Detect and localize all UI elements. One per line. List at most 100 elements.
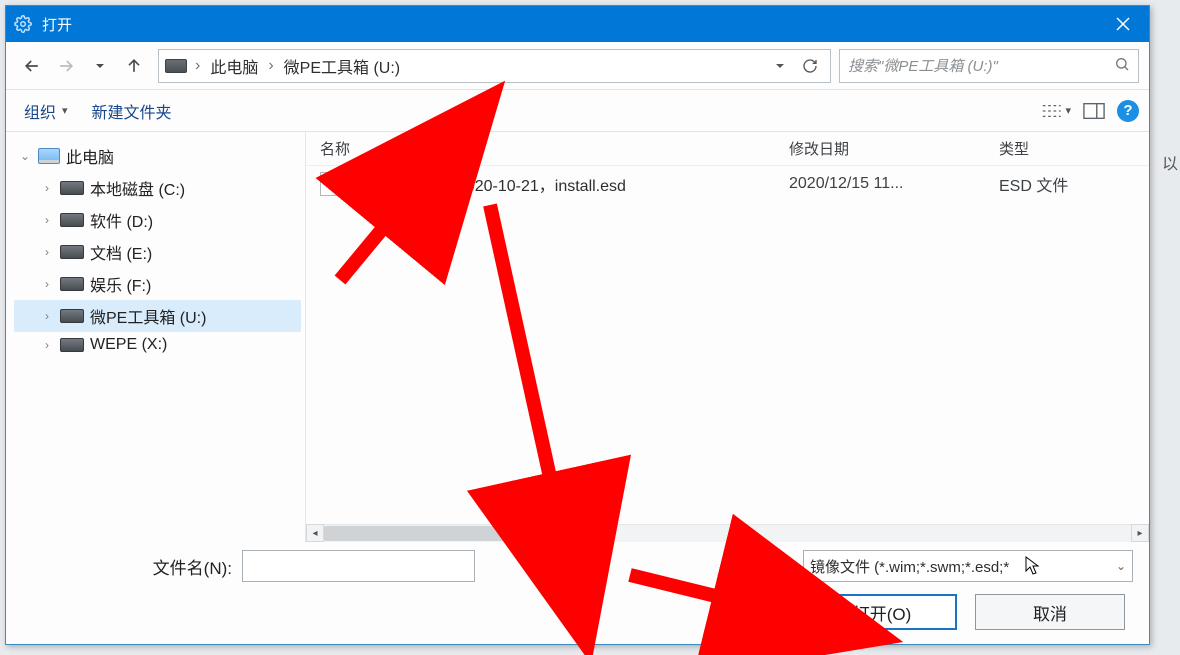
horizontal-scrollbar[interactable]: ◂ ▸ — [306, 524, 1149, 542]
drive-icon — [60, 181, 84, 195]
collapse-icon[interactable]: ⌄ — [18, 149, 32, 163]
refresh-icon — [802, 58, 818, 74]
drive-icon — [60, 213, 84, 227]
expand-icon[interactable]: › — [40, 181, 54, 195]
chevron-down-icon: ⌄ — [1116, 559, 1126, 573]
file-row[interactable]: Win10-20H2，2020-10-21，install.esd2020/12… — [306, 166, 1149, 202]
expand-icon[interactable]: › — [40, 309, 54, 323]
chevron-down-icon — [774, 60, 786, 72]
drive-icon — [60, 309, 84, 323]
forward-button[interactable] — [50, 50, 82, 82]
edge-text: 以 — [1162, 150, 1178, 174]
arrow-up-icon — [124, 56, 144, 76]
search-icon — [1114, 56, 1130, 76]
breadcrumb-current[interactable]: 微PE工具箱 (U:) — [282, 54, 402, 78]
file-list-pane: 名称▴ 修改日期 类型 Win10-20H2，2020-10-21，instal… — [306, 132, 1149, 542]
chevron-down-icon: ▾ — [62, 104, 68, 117]
tree-drive[interactable]: › 微PE工具箱 (U:) — [14, 300, 301, 332]
file-type: ESD 文件 — [999, 172, 1149, 196]
filename-label: 文件名(N): — [22, 554, 232, 579]
tree-this-pc[interactable]: ⌄ 此电脑 — [14, 140, 301, 172]
titlebar: 打开 — [6, 6, 1149, 42]
arrow-right-icon — [56, 56, 76, 76]
tree-label: 娱乐 (F:) — [90, 272, 151, 296]
column-date[interactable]: 修改日期 — [789, 138, 999, 159]
up-button[interactable] — [118, 50, 150, 82]
address-history-button[interactable] — [766, 52, 794, 80]
folder-tree: ⌄ 此电脑 ›本地磁盘 (C:)›软件 (D:)›文档 (E:)›娱乐 (F:)… — [6, 132, 306, 542]
sort-asc-icon: ▴ — [414, 143, 419, 154]
close-icon — [1116, 17, 1130, 31]
organize-button[interactable]: 组织 ▾ — [16, 95, 76, 127]
open-dialog: 打开 › 此电脑 › 微PE工具箱 (U:) 搜索"微PE工具箱 (U:)" — [5, 5, 1150, 645]
column-name[interactable]: 名称▴ — [320, 138, 789, 159]
help-icon: ? — [1123, 102, 1132, 119]
file-name: Win10-20H2，2020-10-21，install.esd — [352, 172, 789, 196]
arrow-left-icon — [22, 56, 42, 76]
expand-icon[interactable]: › — [40, 277, 54, 291]
window-title: 打开 — [42, 14, 1101, 35]
list-view-icon — [1041, 102, 1062, 120]
breadcrumb-sep: › — [268, 57, 273, 75]
chevron-down-icon — [94, 60, 106, 72]
navigation-row: › 此电脑 › 微PE工具箱 (U:) 搜索"微PE工具箱 (U:)" — [6, 42, 1149, 90]
preview-pane-icon — [1083, 102, 1105, 120]
pc-icon — [38, 148, 60, 164]
close-button[interactable] — [1101, 6, 1145, 42]
scroll-right-button[interactable]: ▸ — [1131, 524, 1149, 542]
tree-label: 软件 (D:) — [90, 208, 153, 232]
cancel-button[interactable]: 取消 — [975, 594, 1125, 630]
open-button[interactable]: 打开(O) — [807, 594, 957, 630]
new-folder-label: 新建文件夹 — [92, 99, 172, 123]
recent-locations-button[interactable] — [84, 50, 116, 82]
view-options-button[interactable]: ▾ — [1041, 96, 1071, 126]
gear-icon — [14, 15, 32, 33]
organize-label: 组织 — [24, 99, 56, 123]
file-date: 2020/12/15 11... — [789, 175, 999, 193]
cursor-icon — [1024, 555, 1042, 577]
expand-icon[interactable]: › — [40, 245, 54, 259]
drive-icon — [60, 245, 84, 259]
tree-drive[interactable]: › 软件 (D:) — [14, 204, 301, 236]
file-type-label: 镜像文件 (*.wim;*.swm;*.esd;* — [810, 556, 1009, 577]
chevron-down-icon — [775, 560, 787, 572]
tree-drive[interactable]: ›文档 (E:) — [14, 236, 301, 268]
scroll-thumb[interactable] — [324, 526, 606, 541]
scroll-track[interactable] — [324, 524, 1131, 542]
tree-label: WEPE (X:) — [90, 336, 167, 354]
expand-icon[interactable]: › — [40, 338, 54, 352]
file-rows: Win10-20H2，2020-10-21，install.esd2020/12… — [306, 166, 1149, 524]
filename-input[interactable] — [242, 550, 475, 582]
chevron-down-icon: ▾ — [1065, 104, 1071, 117]
expand-icon[interactable]: › — [40, 213, 54, 227]
column-headers: 名称▴ 修改日期 类型 — [306, 132, 1149, 166]
drive-icon — [165, 59, 187, 73]
file-icon — [320, 172, 340, 196]
address-bar[interactable]: › 此电脑 › 微PE工具箱 (U:) — [158, 49, 831, 83]
tree-drive[interactable]: › WEPE (X:) — [14, 332, 301, 358]
tree-label: 微PE工具箱 (U:) — [90, 304, 206, 328]
breadcrumb-root[interactable]: 此电脑 — [208, 54, 260, 78]
drive-icon — [60, 277, 84, 291]
search-placeholder: 搜索"微PE工具箱 (U:)" — [848, 55, 998, 76]
refresh-button[interactable] — [796, 52, 824, 80]
drive-icon — [60, 338, 84, 352]
back-button[interactable] — [16, 50, 48, 82]
tree-drive[interactable]: › 娱乐 (F:) — [14, 268, 301, 300]
filename-history-button[interactable] — [770, 551, 792, 581]
scroll-left-button[interactable]: ◂ — [306, 524, 324, 542]
button-row: 打开(O) 取消 — [22, 594, 1133, 630]
column-type[interactable]: 类型 — [999, 138, 1149, 159]
main-pane: ⌄ 此电脑 ›本地磁盘 (C:)›软件 (D:)›文档 (E:)›娱乐 (F:)… — [6, 132, 1149, 542]
search-input[interactable]: 搜索"微PE工具箱 (U:)" — [839, 49, 1139, 83]
help-button[interactable]: ? — [1117, 100, 1139, 122]
file-type-filter[interactable]: 镜像文件 (*.wim;*.swm;*.esd;* ⌄ — [803, 550, 1133, 582]
preview-pane-button[interactable] — [1079, 96, 1109, 126]
tree-drive[interactable]: › 本地磁盘 (C:) — [14, 172, 301, 204]
breadcrumb-sep: › — [195, 57, 200, 75]
new-folder-button[interactable]: 新建文件夹 — [84, 95, 180, 127]
tree-label: 本地磁盘 (C:) — [90, 176, 185, 200]
toolbar: 组织 ▾ 新建文件夹 ▾ ? — [6, 90, 1149, 132]
filename-row: 文件名(N): 镜像文件 (*.wim;*.swm;*.esd;* ⌄ — [22, 550, 1133, 582]
bottom-panel: 文件名(N): 镜像文件 (*.wim;*.swm;*.esd;* ⌄ 打开(O… — [6, 542, 1149, 644]
